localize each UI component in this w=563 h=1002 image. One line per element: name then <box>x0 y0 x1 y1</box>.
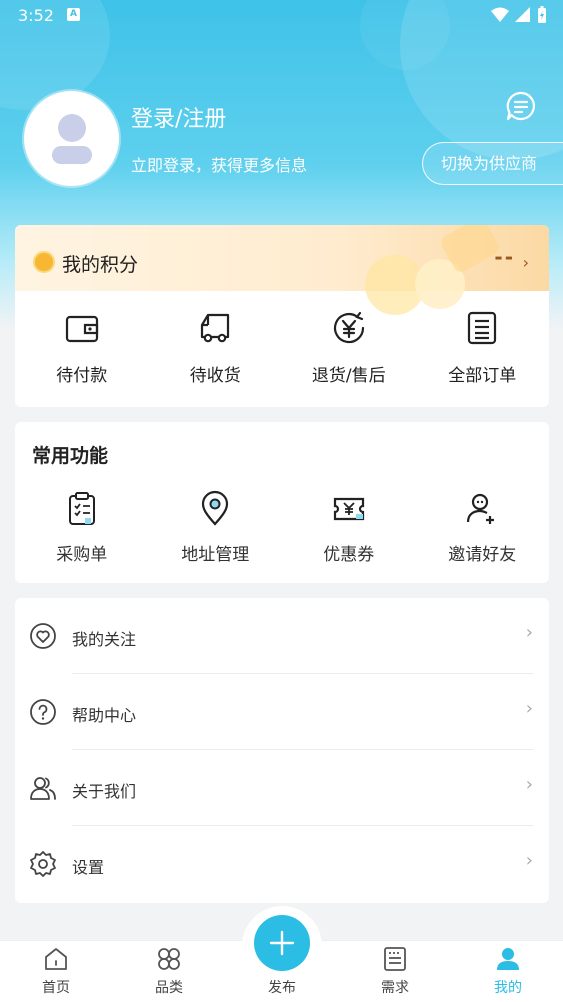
points-orders-card: 我的积分 -- › 待付款 待收货 退货/售后 全部订单 <box>15 225 549 407</box>
purchase-list-icon <box>68 492 95 525</box>
tab-category[interactable]: 品类 <box>129 941 209 1002</box>
chevron-right-icon: › <box>522 253 529 272</box>
menu-item-follow[interactable]: 我的关注 › <box>15 598 549 674</box>
login-register-link[interactable]: 登录/注册 <box>131 101 226 133</box>
points-label: 我的积分 <box>62 254 139 276</box>
tab-publish-label: 发布 <box>268 980 296 996</box>
status-indicator: A <box>67 8 80 21</box>
gear-icon <box>30 851 56 877</box>
function-purchase-list[interactable]: 采购单 <box>15 490 149 565</box>
menu-item-settings[interactable]: 设置 › <box>15 826 549 902</box>
demand-icon <box>384 947 406 971</box>
order-refund[interactable]: 退货/售后 <box>282 309 416 386</box>
chevron-right-icon: › <box>525 698 533 719</box>
functions-grid: 采购单 地址管理 优惠券 邀请好友 <box>15 490 549 565</box>
menu-item-about[interactable]: 关于我们 › <box>15 750 549 826</box>
clipboard-list-icon <box>468 311 497 345</box>
user-icon <box>497 948 519 970</box>
avatar-placeholder-icon <box>51 113 92 164</box>
wifi-icon <box>491 7 509 22</box>
menu-card: 我的关注 › 帮助中心 › 关于我们 › 设置 › <box>15 598 549 903</box>
menu-item-help[interactable]: 帮助中心 › <box>15 674 549 750</box>
plus-icon <box>269 930 295 956</box>
heart-circle-icon <box>30 623 56 649</box>
battery-icon <box>538 6 546 23</box>
switch-supplier-button[interactable]: 切换为供应商 <box>422 142 563 185</box>
tab-home[interactable]: 首页 <box>16 941 96 1002</box>
order-grid: 待付款 待收货 退货/售后 全部订单 <box>15 309 549 386</box>
login-subtitle: 立即登录，获得更多信息 <box>131 156 308 175</box>
order-pending-receipt[interactable]: 待收货 <box>149 309 283 386</box>
yen-refund-icon <box>333 311 364 344</box>
help-circle-icon <box>30 699 56 725</box>
publish-button[interactable] <box>254 915 310 971</box>
location-pin-icon <box>202 490 229 526</box>
chevron-right-icon: › <box>525 622 533 643</box>
function-invite[interactable]: 邀请好友 <box>416 490 550 565</box>
message-icon[interactable] <box>505 90 537 122</box>
truck-icon <box>201 313 230 343</box>
points-value: -- <box>494 245 515 269</box>
functions-title: 常用功能 <box>32 445 109 467</box>
category-icon <box>158 948 180 970</box>
avatar[interactable] <box>24 91 119 186</box>
users-icon <box>30 777 56 800</box>
invite-user-icon <box>467 493 495 524</box>
common-functions-card: 常用功能 采购单 地址管理 优惠券 邀请好友 <box>15 422 549 583</box>
tab-mine[interactable]: 我的 <box>468 941 548 1002</box>
points-bar[interactable]: 我的积分 -- › <box>15 225 549 315</box>
home-icon <box>45 948 67 970</box>
order-pending-payment[interactable]: 待付款 <box>15 309 149 386</box>
status-time: 3:52 <box>18 6 54 25</box>
coin-icon <box>33 251 55 273</box>
wallet-icon <box>65 315 98 343</box>
signal-icon <box>515 7 530 22</box>
order-all[interactable]: 全部订单 <box>416 309 550 386</box>
status-bar: 3:52 A <box>0 0 563 32</box>
function-coupon[interactable]: 优惠券 <box>282 490 416 565</box>
coupon-icon <box>333 497 364 521</box>
chevron-right-icon: › <box>525 774 533 795</box>
chevron-right-icon: › <box>525 850 533 871</box>
tab-demand[interactable]: 需求 <box>355 941 435 1002</box>
function-address[interactable]: 地址管理 <box>149 490 283 565</box>
